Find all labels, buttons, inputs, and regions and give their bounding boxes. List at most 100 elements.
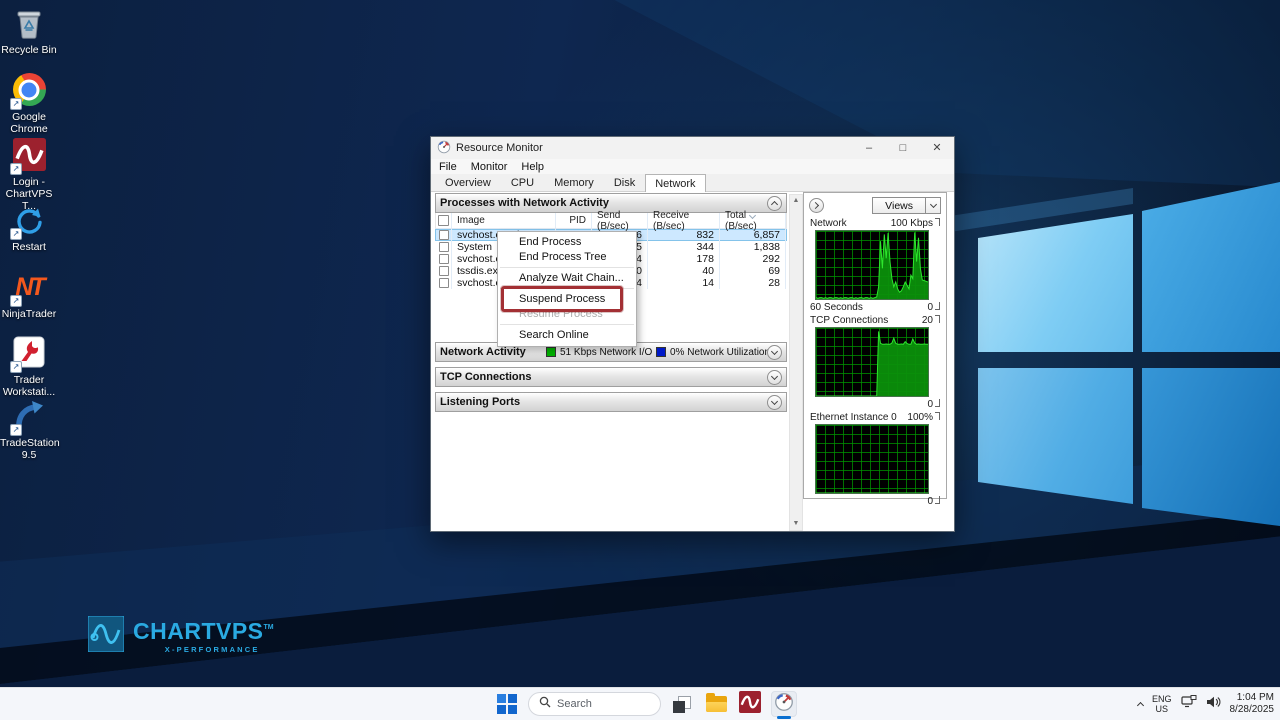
desktop-icon-restart[interactable]: ↗Restart bbox=[0, 203, 58, 253]
desktop-icon-trader-workstati[interactable]: ↗Trader Workstati... bbox=[0, 336, 58, 398]
column-header-receive-b-sec[interactable]: Receive (B/sec) bbox=[648, 213, 720, 228]
axis-bracket bbox=[935, 496, 940, 504]
graph-max-label: 20 bbox=[922, 315, 940, 326]
search-placeholder: Search bbox=[557, 698, 592, 710]
minimize-button[interactable]: – bbox=[852, 137, 886, 159]
clock[interactable]: 1:04 PM8/28/2025 bbox=[1230, 692, 1275, 717]
expand-chevron-button[interactable] bbox=[767, 345, 782, 360]
column-header-total-b-sec[interactable]: Total (B/sec) bbox=[720, 213, 786, 228]
section-tcp-connections-header[interactable]: TCP Connections bbox=[435, 367, 787, 387]
cell-receive: 832 bbox=[648, 229, 720, 241]
views-button[interactable]: Views bbox=[872, 197, 941, 214]
graph-title: TCP Connections bbox=[810, 315, 888, 326]
row-checkbox-cell[interactable] bbox=[436, 241, 452, 253]
annotation-box bbox=[501, 286, 623, 312]
tab-network[interactable]: Network bbox=[645, 174, 705, 192]
menu-file[interactable]: File bbox=[439, 161, 457, 173]
context-menu-item-search-online[interactable]: Search Online bbox=[498, 328, 636, 343]
section-listening-ports-header[interactable]: Listening Ports bbox=[435, 392, 787, 412]
column-header-send-b-sec[interactable]: Send (B/sec) bbox=[592, 213, 648, 228]
checkbox[interactable] bbox=[439, 254, 449, 264]
desktop-icon-label: NinjaTrader bbox=[0, 308, 58, 320]
axis-bracket bbox=[935, 412, 940, 420]
shortcut-arrow-icon: ↗ bbox=[10, 228, 22, 240]
file-explorer-button[interactable] bbox=[703, 691, 729, 717]
process-table-header: ImagePIDSend (B/sec)Receive (B/sec)Total… bbox=[435, 213, 787, 229]
maximize-button[interactable]: □ bbox=[886, 137, 920, 159]
row-checkbox-cell[interactable] bbox=[436, 265, 452, 277]
column-header-pid[interactable]: PID bbox=[556, 213, 592, 228]
chartvps-app-button[interactable] bbox=[737, 691, 763, 717]
graph-header-tcp-connections: TCP Connections 20 bbox=[810, 315, 940, 326]
collapse-panel-button[interactable] bbox=[809, 198, 824, 213]
desktop-icon-google-chrome[interactable]: ↗Google Chrome bbox=[0, 72, 58, 135]
ninjatrader-icon: NT↗ bbox=[11, 270, 47, 306]
graph-tcp-connections bbox=[815, 327, 929, 397]
graph-footer-ethernet-instance-0: 0 bbox=[810, 496, 940, 507]
views-dropdown-arrow[interactable] bbox=[925, 198, 940, 213]
language-indicator[interactable]: ENGUS bbox=[1152, 694, 1172, 715]
row-checkbox-cell[interactable] bbox=[436, 229, 452, 241]
close-button[interactable]: ✕ bbox=[920, 137, 954, 159]
checkbox[interactable] bbox=[439, 278, 449, 288]
vertical-scrollbar[interactable]: ▲ ▼ bbox=[789, 194, 803, 531]
shortcut-arrow-icon: ↗ bbox=[10, 295, 22, 307]
network-tray-icon[interactable] bbox=[1181, 695, 1197, 713]
recycle-bin-icon bbox=[11, 6, 47, 42]
graphs-panel: Views Network100 Kbps60 Seconds0TCP Conn… bbox=[803, 192, 947, 499]
context-menu-item-end-process[interactable]: End Process bbox=[498, 235, 636, 250]
row-checkbox-cell[interactable] bbox=[436, 253, 452, 265]
tab-cpu[interactable]: CPU bbox=[501, 174, 544, 191]
resource-monitor-taskbar-button[interactable] bbox=[771, 691, 797, 717]
section-ports-title: Listening Ports bbox=[440, 396, 520, 408]
desktop-icon-recycle-bin[interactable]: Recycle Bin bbox=[0, 6, 58, 56]
graph-min-label: 0 bbox=[927, 302, 940, 313]
axis-bracket bbox=[935, 302, 940, 310]
trader-workstation-icon: ↗ bbox=[11, 336, 47, 372]
legend-network-io: 51 Kbps Network I/O bbox=[546, 347, 652, 358]
checkbox[interactable] bbox=[439, 230, 449, 240]
search-input[interactable]: Search bbox=[528, 692, 661, 716]
shortcut-arrow-icon: ↗ bbox=[10, 424, 22, 436]
desktop-icon-label: TradeStation 9.5 bbox=[0, 437, 58, 461]
tray-expand-chevron-icon[interactable] bbox=[1137, 701, 1144, 708]
chartvps-app-icon bbox=[739, 691, 761, 718]
desktop-icon-label: Google Chrome bbox=[0, 111, 58, 135]
chartvps-brand: CHARTVPSTM X-PERFORMANCE bbox=[88, 616, 274, 657]
tab-overview[interactable]: Overview bbox=[435, 174, 501, 191]
window-titlebar[interactable]: Resource Monitor – □ ✕ bbox=[431, 137, 954, 159]
desktop-icon-ninjatrader[interactable]: NT↗ NinjaTrader bbox=[0, 270, 58, 320]
scroll-up-arrow[interactable]: ▲ bbox=[790, 195, 802, 207]
expand-chevron-button[interactable] bbox=[767, 395, 782, 410]
section-processes-title: Processes with Network Activity bbox=[440, 197, 609, 209]
checkbox[interactable] bbox=[439, 242, 449, 252]
column-header-image[interactable]: Image bbox=[452, 213, 556, 228]
context-menu: End ProcessEnd Process Tree Analyze Wait … bbox=[497, 231, 637, 347]
start-button[interactable] bbox=[494, 691, 520, 717]
select-all-checkbox-cell[interactable] bbox=[436, 213, 452, 228]
menu-bar: File Monitor Help bbox=[431, 159, 954, 174]
context-menu-item-analyze-wait-chain[interactable]: Analyze Wait Chain... bbox=[498, 271, 636, 286]
shortcut-arrow-icon: ↗ bbox=[10, 361, 22, 373]
task-view-button[interactable] bbox=[669, 691, 695, 717]
sort-indicator-icon bbox=[748, 212, 755, 219]
volume-tray-icon[interactable] bbox=[1206, 695, 1221, 713]
tab-memory[interactable]: Memory bbox=[544, 174, 604, 191]
graph-title: Network bbox=[810, 218, 847, 229]
checkbox[interactable] bbox=[438, 215, 449, 226]
legend-network-utilization: 0% Network Utilization bbox=[656, 347, 770, 358]
menu-monitor[interactable]: Monitor bbox=[471, 161, 508, 173]
brand-tm: TM bbox=[264, 624, 274, 631]
desktop-icon-login-chartvps-t[interactable]: ↗Login - ChartVPS T... bbox=[0, 138, 58, 212]
context-menu-item-end-process-tree[interactable]: End Process Tree bbox=[498, 250, 636, 265]
scroll-down-arrow[interactable]: ▼ bbox=[790, 518, 802, 530]
row-checkbox-cell[interactable] bbox=[436, 277, 452, 289]
menu-separator bbox=[500, 324, 634, 325]
desktop-icon-tradestation-9-5[interactable]: ↗TradeStation 9.5 bbox=[0, 399, 58, 461]
checkbox[interactable] bbox=[439, 266, 449, 276]
menu-help[interactable]: Help bbox=[521, 161, 544, 173]
expand-chevron-button[interactable] bbox=[767, 370, 782, 385]
search-icon bbox=[539, 695, 551, 713]
tab-disk[interactable]: Disk bbox=[604, 174, 645, 191]
task-view-icon bbox=[673, 695, 691, 713]
